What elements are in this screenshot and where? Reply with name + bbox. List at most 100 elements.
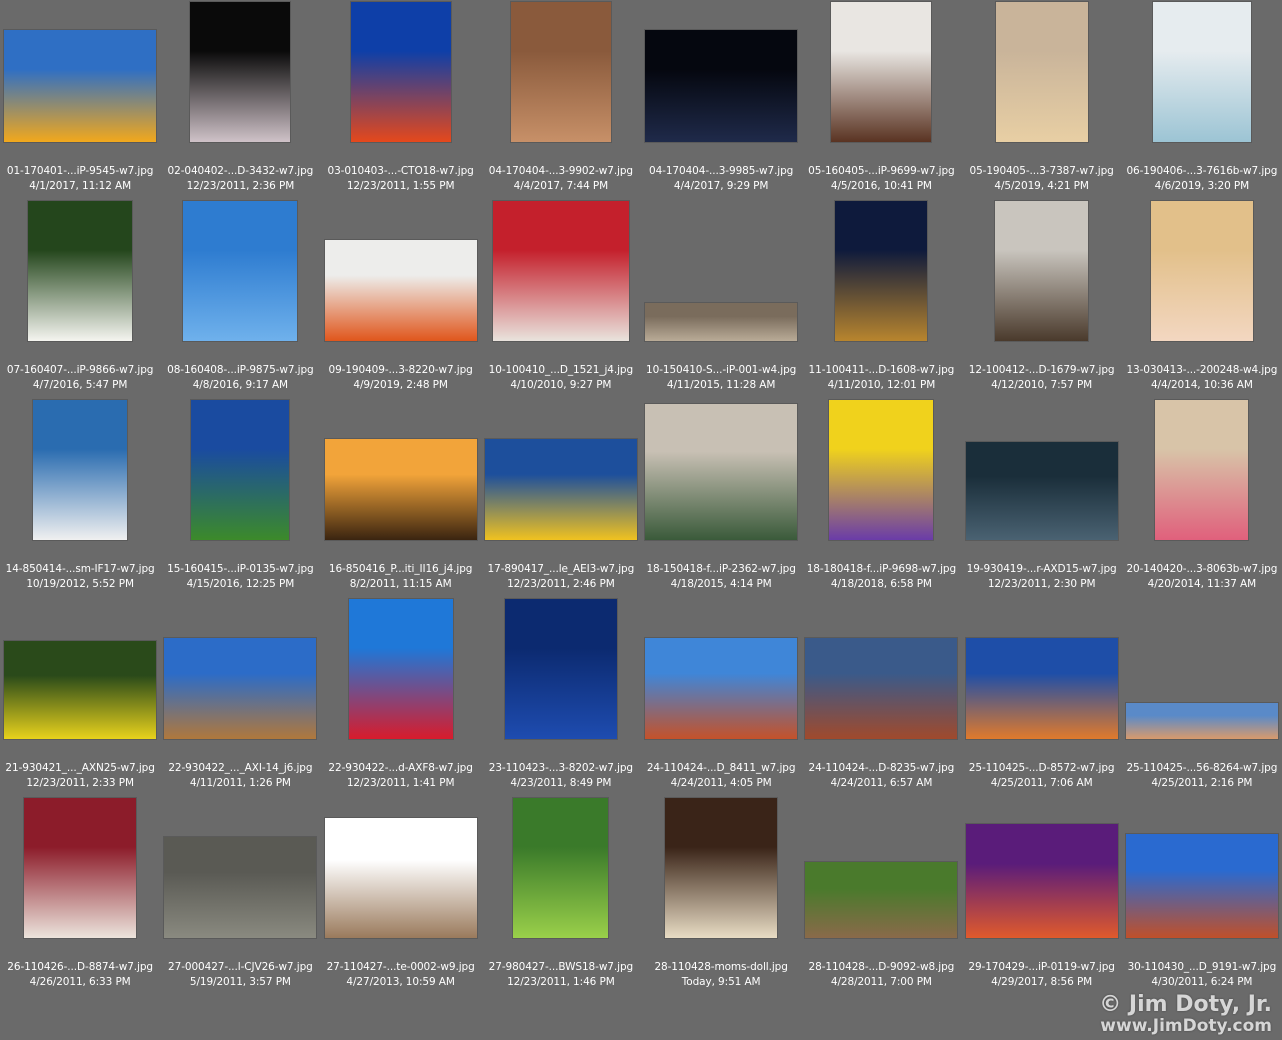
thumbnail-item[interactable]: 24-110424-...D_8411_w7.jpg 4/24/2011, 4:0… [641,597,801,796]
thumbnail-date: 8/2/2011, 11:15 AM [349,578,452,590]
purple-sunset-photo[interactable] [965,824,1118,938]
alligator-photo[interactable] [965,442,1118,540]
cactus-flowers-photo[interactable] [4,641,157,739]
thumbnail-item[interactable]: 09-190409-...3-8220-w7.jpg 4/9/2019, 2:48… [321,199,481,398]
elderly-woman-photo[interactable] [24,798,137,938]
thumbnail-filename: 08-160408-...iP-9875-w7.jpg [167,364,314,376]
calla-lily-photo[interactable] [28,201,133,341]
thumbnail-item[interactable]: 04-170404-...3-9902-w7.jpg 4/4/2017, 7:44… [481,0,641,199]
thumbnail-item[interactable]: 16-850416_P...iti_II16_j4.jpg 8/2/2011, 1… [321,398,481,597]
thumbnail-item[interactable]: 27-110427-...te-0002-w9.jpg 4/27/2013, 10… [321,796,481,995]
slickrock-panorama-photo[interactable] [1125,703,1278,739]
thumbnail-filename: 04-170404-...3-9985-w7.jpg [648,165,794,177]
thumbnail-item[interactable]: 28-110428-moms-doll.jpg Today, 9:51 AM [641,796,801,995]
thumbnail-item[interactable]: 04-170404-...3-9985-w7.jpg 4/4/2017, 9:29… [641,0,801,199]
thumbnail-item[interactable]: 17-890417_...le_AEI3-w7.jpg 12/23/2011, 2… [481,398,641,597]
gallery-panorama-photo[interactable] [645,303,798,341]
thumbnail-date: 12/23/2011, 1:46 PM [507,976,615,988]
bride-photo[interactable] [1152,2,1251,142]
dancer-photo[interactable] [190,2,291,142]
canyon-photo[interactable] [510,2,611,142]
family-grass-photo[interactable] [805,862,958,938]
dog-field-photo[interactable] [191,400,290,540]
thumbnail-item[interactable]: 11-100411-...D-1608-w7.jpg 4/11/2010, 12:… [801,199,961,398]
thumbnail-item[interactable]: 30-110430_...D_9191-w7.jpg 4/30/2011, 6:2… [1122,796,1282,995]
thumbnail-item[interactable]: 10-150410-S...-iP-001-w4.jpg 4/11/2015, 1… [641,199,801,398]
thumbnail-frame [1122,199,1282,341]
thumbnail-item[interactable]: 18-150418-f...iP-2362-w7.jpg 4/18/2015, 4… [641,398,801,597]
ocotillo-flower-photo[interactable] [348,599,453,739]
thumbnail-item[interactable]: 14-850414-...sm-IF17-w7.jpg 10/19/2012, 5… [0,398,160,597]
hoodoos-photo[interactable] [965,638,1118,739]
child-portrait-photo[interactable] [1150,201,1253,341]
thumbnail-frame [481,0,641,142]
thumbnail-item[interactable]: 06-190406-...3-7616b-w7.jpg 4/6/2019, 3:2… [1122,0,1282,199]
thumbnail-item[interactable]: 29-170429-...iP-0119-w7.jpg 4/29/2017, 8:… [962,796,1122,995]
thumbnail-filename: 17-890417_...le_AEI3-w7.jpg [487,563,635,575]
thumbnail-item[interactable]: 22-930422-...d-AXF8-w7.jpg 12/23/2011, 1:… [321,597,481,796]
red-rocks-photo[interactable] [645,638,798,739]
thumbnail-item[interactable]: 27-980427-...BWS18-w7.jpg 12/23/2011, 1:4… [481,796,641,995]
thumbnail-frame [321,0,481,142]
thumbnail-filename: 24-110424-...D-8235-w7.jpg [808,762,955,774]
thumbnail-item[interactable]: 25-110425-...D-8572-w7.jpg 4/25/2011, 7:0… [962,597,1122,796]
thumbnail-item[interactable]: 12-100412-...D-1679-w7.jpg 4/12/2010, 7:5… [962,199,1122,398]
spiral-ceiling-photo[interactable] [995,201,1089,341]
thumbnail-item[interactable]: 25-110425-...56-8264-w7.jpg 4/25/2011, 2:… [1122,597,1282,796]
thumbnail-item[interactable]: 24-110424-...D-8235-w7.jpg 4/24/2011, 6:5… [801,597,961,796]
thumbnail-filename: 09-190409-...3-8220-w7.jpg [328,364,473,376]
thumbnail-filename: 16-850416_P...iti_II16_j4.jpg [328,563,473,575]
thumbnail-item[interactable]: 10-100410_...D_1521_j4.jpg 4/10/2010, 9:2… [481,199,641,398]
antique-doll-photo[interactable] [665,798,778,938]
auditorium-dome-photo[interactable] [835,201,928,341]
thumbnail-item[interactable]: 26-110426-...D-8874-w7.jpg 4/26/2011, 6:3… [0,796,160,995]
faucet-sprinkler-photo[interactable] [645,404,798,540]
canyon-overlook-photo[interactable] [805,638,958,739]
river-canyon-photo[interactable] [164,638,317,739]
thumbnail-filename: 10-150410-S...-iP-001-w4.jpg [646,364,797,376]
thumbnail-date: 4/11/2011, 1:26 PM [189,777,291,789]
thumbnail-item[interactable]: 01-170401-...iP-9545-w7.jpg 4/1/2017, 11:… [0,0,160,199]
thumbnail-item[interactable]: 19-930419-...r-AXD15-w7.jpg 12/23/2011, 2… [962,398,1122,597]
bald-eagle-photo[interactable] [484,439,637,540]
thumbnail-item[interactable]: 13-030413-...-200248-w4.jpg 4/4/2014, 10:… [1122,199,1282,398]
thumbnail-item[interactable]: 23-110423-...3-8202-w7.jpg 4/23/2011, 8:4… [481,597,641,796]
trillium-forest-photo[interactable] [513,798,609,938]
thumbnail-filename: 28-110428-moms-doll.jpg [654,961,788,973]
thumbnail-item[interactable]: 18-180418-f...iP-9698-w7.jpg 4/18/2018, 6… [801,398,961,597]
thumbnail-item[interactable]: 02-040402-...D-3432-w7.jpg 12/23/2011, 2:… [160,0,320,199]
thumbnail-item[interactable]: 07-160407-...iP-9866-w7.jpg 4/7/2016, 5:4… [0,199,160,398]
thumbnail-item[interactable]: 15-160415-...iP-0135-w7.jpg 4/15/2016, 12… [160,398,320,597]
thumbnail-item[interactable]: 05-160405-...iP-9699-w7.jpg 4/5/2016, 10:… [801,0,961,199]
rock-silhouette-photo[interactable] [504,599,617,739]
thumbnail-date: 12/23/2011, 2:30 PM [987,578,1096,590]
thumbnail-item[interactable]: 28-110428-...D-9092-w8.jpg 4/28/2011, 7:0… [801,796,961,995]
thumbnail-item[interactable]: 05-190405-...3-7387-w7.jpg 4/5/2019, 4:21… [962,0,1122,199]
orange-poppies-photo[interactable] [4,30,157,142]
photo-collage[interactable] [324,818,477,938]
thumbnail-item[interactable]: 27-000427-...l-CJV26-w7.jpg 5/19/2011, 3:… [160,796,320,995]
chocolate-egg-photo[interactable] [831,2,932,142]
girls-red-dresses-photo[interactable] [492,201,629,341]
thumbnail-item[interactable]: 08-160408-...iP-9875-w7.jpg 4/8/2016, 9:1… [160,199,320,398]
bunny-ears-girl-photo[interactable] [1155,400,1249,540]
thumbnail-item[interactable]: 21-930421_..._AXN25-w7.jpg 12/23/2011, 2:… [0,597,160,796]
thumbnail-filename: 13-030413-...-200248-w4.jpg [1126,364,1278,376]
thumbnail-item[interactable]: 22-930422_..._AXI-14_j6.jpg 4/11/2011, 1:… [160,597,320,796]
balanced-rock-photo[interactable] [1125,834,1278,938]
night-sky-photo[interactable] [645,30,798,142]
owl-photo[interactable] [164,837,317,938]
thumbnail-frame [160,398,320,540]
pansies-photo[interactable] [829,400,934,540]
thumbnail-date: 4/15/2016, 12:25 PM [186,578,295,590]
woman-portrait-photo[interactable] [995,2,1088,142]
thumbnail-item[interactable]: 03-010403-...-CTO18-w7.jpg 12/23/2011, 1:… [321,0,481,199]
orange-bin-photo[interactable] [324,240,477,341]
poppies-sky-photo[interactable] [350,2,451,142]
men-lake-photo[interactable] [33,400,128,540]
thumbnail-date: 4/4/2014, 10:36 AM [1150,379,1253,391]
raindrops-tower-photo[interactable] [183,201,298,341]
thumbnail-item[interactable]: 20-140420-...3-8063b-w7.jpg 4/20/2014, 11… [1122,398,1282,597]
thumbnail-frame [321,199,481,341]
palm-sunset-photo[interactable] [324,439,477,540]
